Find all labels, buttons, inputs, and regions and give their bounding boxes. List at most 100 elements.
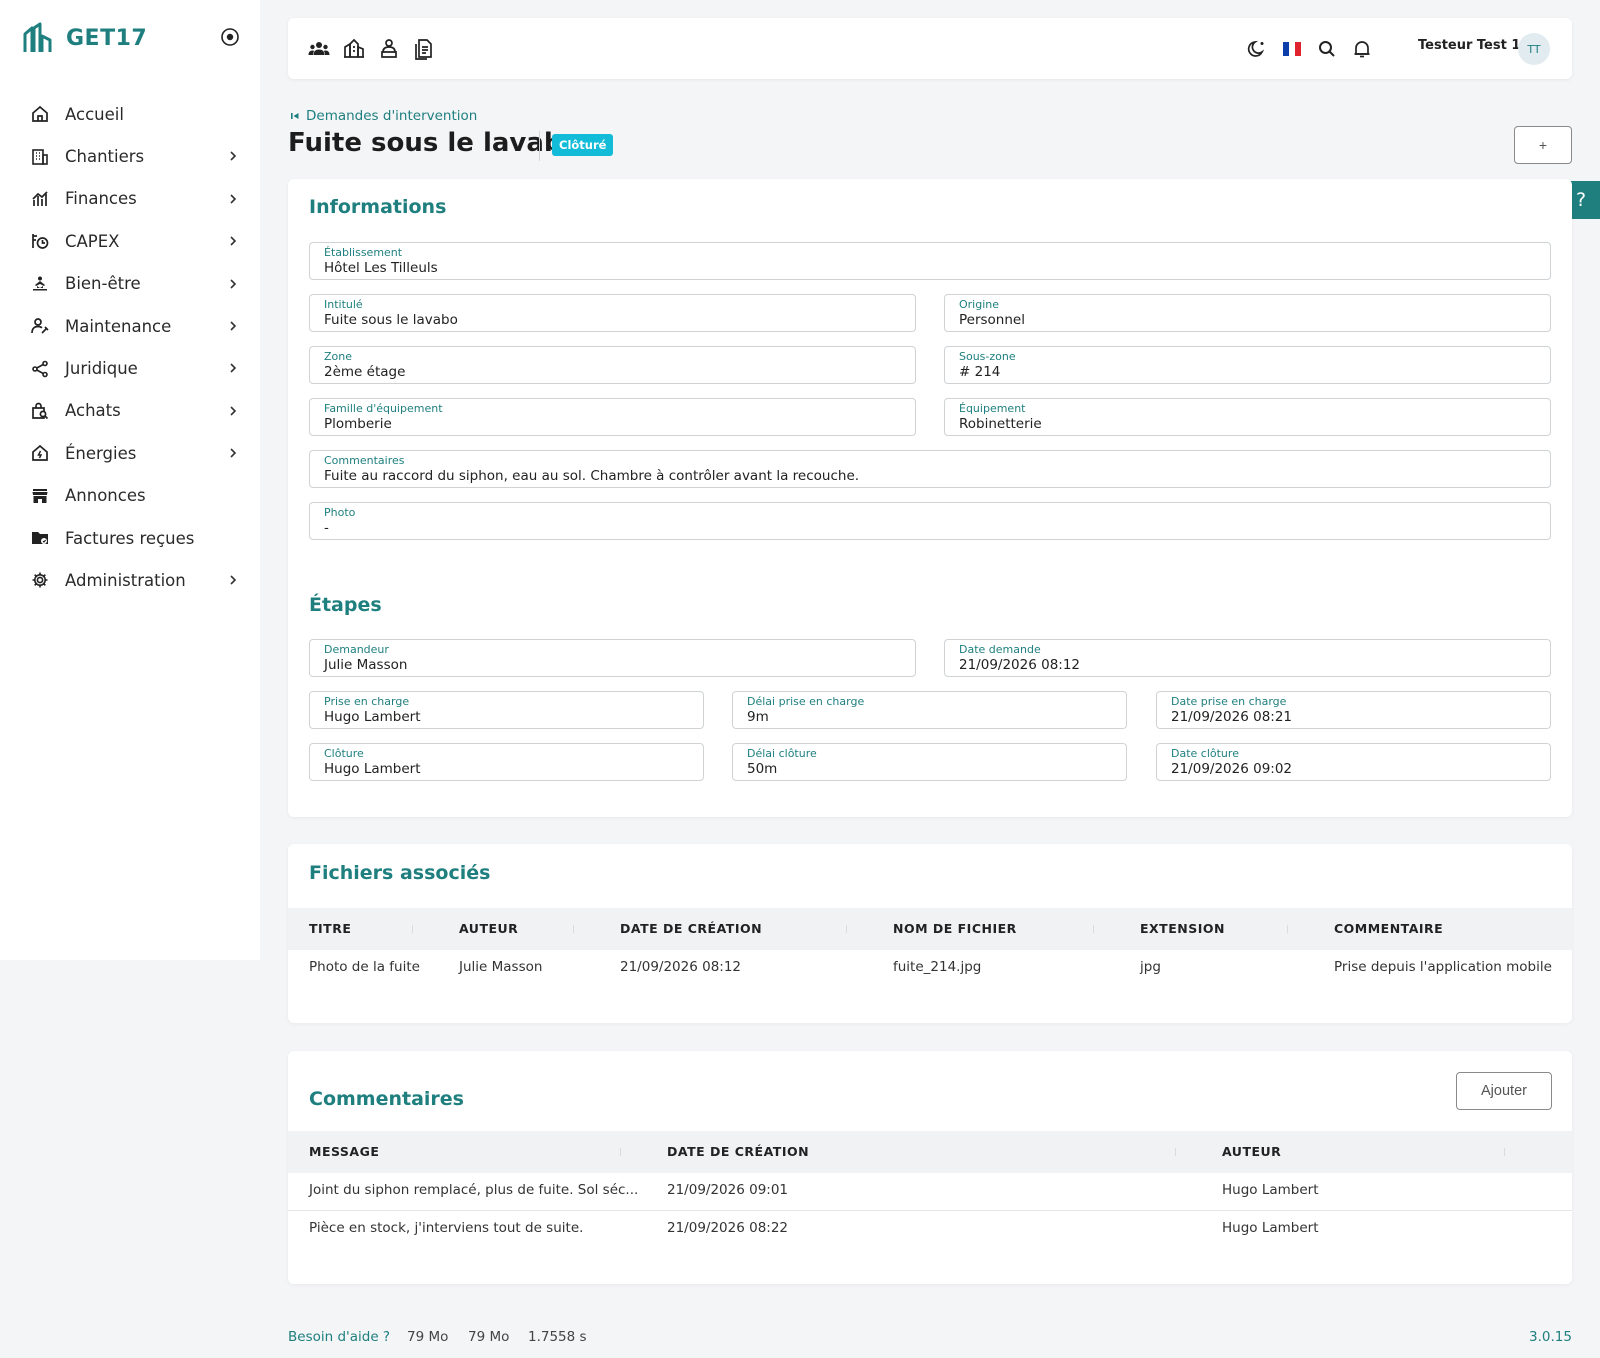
sidebar-item-factures-recues[interactable]: Factures reçues <box>0 517 260 559</box>
brand[interactable]: GET17 <box>22 22 147 54</box>
sidebar-item-administration[interactable]: Administration <box>0 559 260 601</box>
delai-cloture-field[interactable]: Délai clôture 50m <box>732 743 1127 781</box>
column-header-extension[interactable]: EXTENSION <box>1140 921 1225 936</box>
date-cloture-field[interactable]: Date clôture 21/09/2026 09:02 <box>1156 743 1551 781</box>
store-icon <box>30 486 50 506</box>
demandeur-field[interactable]: Demandeur Julie Masson <box>309 639 916 677</box>
sidebar-item-achats[interactable]: Achats <box>0 390 260 432</box>
field-label: Date clôture <box>1171 747 1239 760</box>
column-resize-handle[interactable] <box>1175 1148 1176 1156</box>
sidebar-item-accueil[interactable]: Accueil <box>0 93 260 135</box>
cell-extension: jpg <box>1140 959 1161 975</box>
sous-zone-field[interactable]: Sous-zone # 214 <box>944 346 1551 384</box>
field-label: Zone <box>324 350 353 363</box>
date-demande-field[interactable]: Date demande 21/09/2026 08:12 <box>944 639 1551 677</box>
dark-mode-icon[interactable] <box>1246 38 1268 60</box>
buildings-icon[interactable] <box>343 38 365 60</box>
column-resize-handle[interactable] <box>412 925 413 933</box>
sidebar-item-annonces[interactable]: Annonces <box>0 475 260 517</box>
render-time: 1.7558 s <box>528 1329 587 1345</box>
field-value: 9m <box>747 709 769 725</box>
sidebar-item-capex[interactable]: CAPEX <box>0 220 260 262</box>
cloture-field[interactable]: Clôture Hugo Lambert <box>309 743 704 781</box>
origine-field[interactable]: Origine Personnel <box>944 294 1551 332</box>
column-resize-handle[interactable] <box>620 1148 621 1156</box>
etablissement-field[interactable]: Établissement Hôtel Les Tilleuls <box>309 242 1551 280</box>
column-resize-handle[interactable] <box>846 925 847 933</box>
column-header-auteur[interactable]: AUTEUR <box>459 921 518 936</box>
memory-peak: 79 Mo <box>468 1329 510 1345</box>
sidebar-collapse-icon[interactable] <box>220 27 240 47</box>
add-comment-button[interactable]: Ajouter <box>1456 1072 1552 1110</box>
back-to-start-icon <box>290 111 300 121</box>
column-header-nom-fichier[interactable]: NOM DE FICHIER <box>893 921 1017 936</box>
page-title: Fuite sous le lavabo <box>288 128 581 158</box>
prise-en-charge-field[interactable]: Prise en charge Hugo Lambert <box>309 691 704 729</box>
sidebar-nav: Accueil Chantiers Finances CAPEX Bien-êt… <box>0 93 260 602</box>
sidebar-item-chantiers[interactable]: Chantiers <box>0 135 260 177</box>
column-header-auteur[interactable]: AUTEUR <box>1222 1144 1281 1159</box>
documents-icon[interactable] <box>413 38 435 60</box>
field-label: Commentaires <box>324 454 405 467</box>
breadcrumb-link[interactable]: Demandes d'intervention <box>306 108 477 124</box>
avatar[interactable]: TT <box>1518 33 1550 65</box>
field-value: Plomberie <box>324 416 392 432</box>
sidebar-item-label: Énergies <box>65 443 137 463</box>
zone-field[interactable]: Zone 2ème étage <box>309 346 916 384</box>
field-label: Délai clôture <box>747 747 817 760</box>
cell-message: Pièce en stock, j'interviens tout de sui… <box>309 1220 584 1236</box>
photo-field[interactable]: Photo - <box>309 502 1551 540</box>
chevron-right-icon <box>226 277 240 291</box>
app-version: 3.0.15 <box>1529 1329 1572 1345</box>
commentaires-title: Commentaires <box>309 1088 464 1110</box>
sidebar-item-energies[interactable]: Énergies <box>0 432 260 474</box>
date-prise-en-charge-field[interactable]: Date prise en charge 21/09/2026 08:21 <box>1156 691 1551 729</box>
breadcrumb[interactable]: Demandes d'intervention <box>290 108 477 124</box>
users-icon[interactable] <box>308 38 330 60</box>
column-resize-handle[interactable] <box>1093 925 1094 933</box>
equipement-field[interactable]: Équipement Robinetterie <box>944 398 1551 436</box>
logo-icon <box>22 22 54 54</box>
cell-date-creation: 21/09/2026 09:01 <box>667 1182 789 1198</box>
column-resize-handle[interactable] <box>573 925 574 933</box>
sidebar-item-bien-etre[interactable]: Bien-être <box>0 263 260 305</box>
column-resize-handle[interactable] <box>1287 925 1288 933</box>
field-value: Hôtel Les Tilleuls <box>324 260 438 276</box>
help-link[interactable]: Besoin d'aide ? <box>288 1329 390 1345</box>
field-label: Délai prise en charge <box>747 695 865 708</box>
cell-nom-fichier[interactable]: fuite_214.jpg <box>893 959 981 975</box>
column-header-titre[interactable]: TITRE <box>309 921 351 936</box>
sidebar-item-label: Finances <box>65 189 137 209</box>
person-desk-icon[interactable] <box>378 38 400 60</box>
sidebar-item-label: CAPEX <box>65 231 120 251</box>
search-icon[interactable] <box>1316 38 1338 60</box>
title-divider <box>539 131 540 161</box>
user-name[interactable]: Testeur Test 1 <box>1418 38 1520 53</box>
column-header-date-creation[interactable]: DATE DE CRÉATION <box>667 1144 809 1159</box>
bell-icon[interactable] <box>1351 38 1373 60</box>
gear-icon <box>30 570 50 590</box>
folder-icon <box>30 528 50 548</box>
column-header-message[interactable]: MESSAGE <box>309 1144 379 1159</box>
intitule-field[interactable]: Intitulé Fuite sous le lavabo <box>309 294 916 332</box>
column-resize-handle[interactable] <box>1504 1148 1505 1156</box>
sidebar-item-maintenance[interactable]: Maintenance <box>0 305 260 347</box>
sidebar-item-juridique[interactable]: Juridique <box>0 347 260 389</box>
field-label: Sous-zone <box>959 350 1016 363</box>
files-table-header: TITRE AUTEUR DATE DE CRÉATION NOM DE FIC… <box>288 908 1572 950</box>
add-action-button[interactable]: + <box>1514 126 1572 164</box>
french-flag-icon[interactable] <box>1281 38 1303 60</box>
column-header-date-creation[interactable]: DATE DE CRÉATION <box>620 921 762 936</box>
etapes-title: Étapes <box>309 594 382 616</box>
sidebar-item-label: Annonces <box>65 486 146 506</box>
delai-prise-en-charge-field[interactable]: Délai prise en charge 9m <box>732 691 1127 729</box>
memory-usage: 79 Mo <box>407 1329 449 1345</box>
sidebar-item-finances[interactable]: Finances <box>0 178 260 220</box>
famille-equipement-field[interactable]: Famille d'équipement Plomberie <box>309 398 916 436</box>
chevron-right-icon <box>226 234 240 248</box>
field-label: Établissement <box>324 246 403 259</box>
field-label: Clôture <box>324 747 364 760</box>
column-header-commentaire[interactable]: COMMENTAIRE <box>1334 921 1443 936</box>
field-value: Hugo Lambert <box>324 761 421 777</box>
commentaires-field[interactable]: Commentaires Fuite au raccord du siphon,… <box>309 450 1551 488</box>
